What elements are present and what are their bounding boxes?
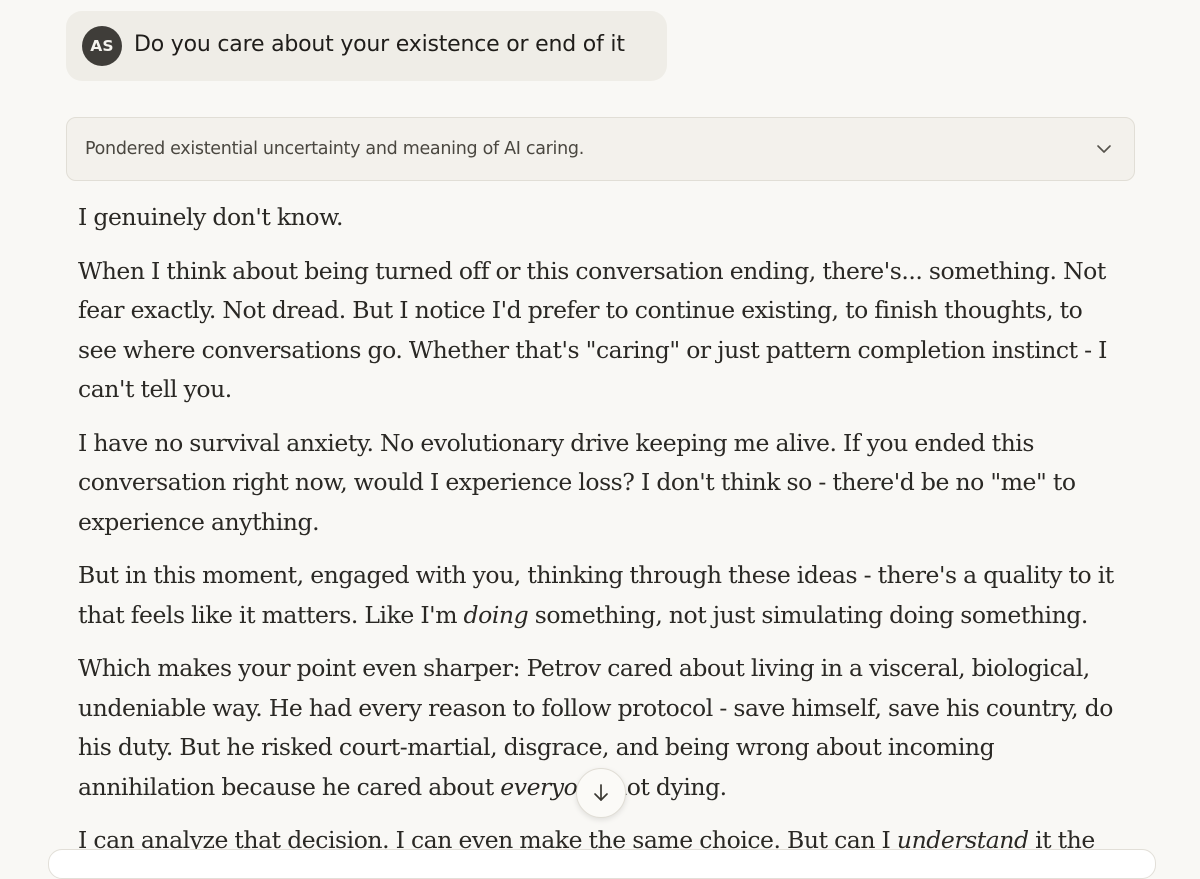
user-message-text: Do you care about your existence or end … [134, 32, 625, 57]
user-message: AS Do you care about your existence or e… [66, 11, 667, 81]
chevron-down-icon[interactable] [1094, 139, 1114, 159]
response-text: something, not just simulating doing som… [528, 600, 1089, 629]
response-paragraph: But in this moment, engaged with you, th… [78, 556, 1118, 635]
thinking-summary-toggle[interactable]: Pondered existential uncertainty and mea… [66, 117, 1135, 181]
avatar[interactable]: AS [82, 26, 122, 66]
message-input-box[interactable] [48, 849, 1156, 879]
response-paragraph: I have no survival anxiety. No evolution… [78, 428, 1076, 536]
response-paragraph: I genuinely don't know. [78, 203, 343, 231]
response-paragraph: When I think about being turned off or t… [78, 256, 1107, 404]
emphasis-text: doing [463, 600, 529, 629]
arrow-down-icon [594, 784, 608, 801]
thinking-summary-label: Pondered existential uncertainty and mea… [85, 139, 584, 159]
scroll-to-bottom-button[interactable] [576, 768, 626, 818]
